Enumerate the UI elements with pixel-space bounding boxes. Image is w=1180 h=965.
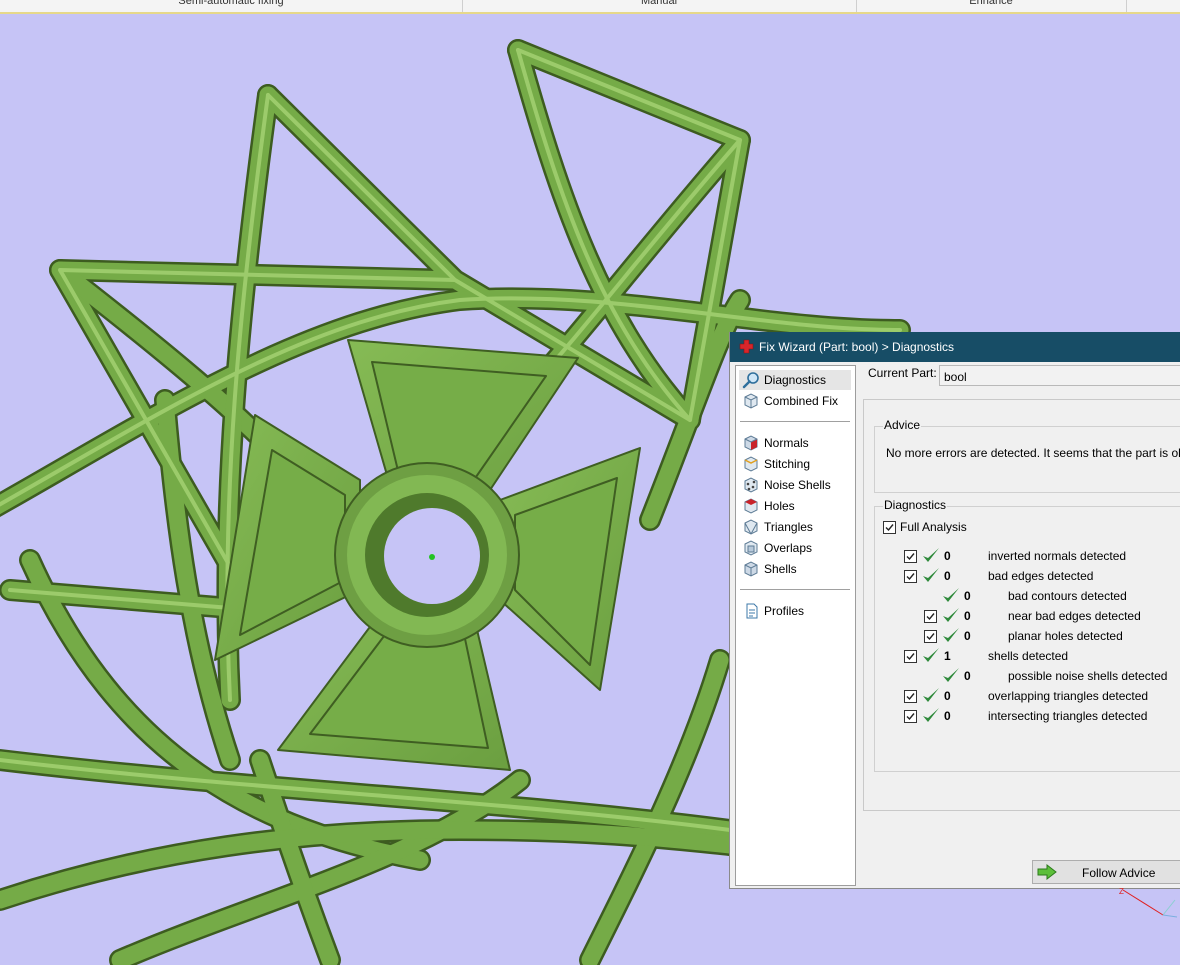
nav-label-normals: Normals	[764, 436, 809, 450]
label-shells: shells detected	[988, 649, 1069, 663]
green-check-icon	[943, 588, 959, 602]
tab-enhance[interactable]: Enhance	[856, 0, 1127, 12]
axis-triad-icon: Z	[1119, 887, 1178, 918]
label-near-bad-edges: near bad edges detected	[1008, 609, 1141, 623]
green-check-icon	[943, 668, 959, 682]
green-check-icon	[943, 628, 959, 642]
green-check-icon	[923, 688, 939, 702]
noise-shells-icon	[744, 477, 758, 493]
red-cross-icon	[739, 339, 754, 354]
checkmark-icon	[926, 633, 935, 641]
label-noise-shells: possible noise shells detected	[1008, 669, 1168, 683]
checkmark-icon	[885, 524, 894, 532]
nav-item-combined-fix[interactable]: Combined Fix	[739, 391, 851, 411]
checkmark-icon	[906, 653, 915, 661]
nav-separator	[740, 589, 850, 590]
label-intersecting-triangles: intersecting triangles detected	[988, 709, 1148, 723]
nav-separator	[740, 421, 850, 422]
nav-label-triangles: Triangles	[764, 520, 813, 534]
count-inverted-normals: 0	[944, 549, 951, 563]
nav-item-triangles[interactable]: Triangles	[739, 517, 851, 537]
count-noise-shells: 0	[964, 669, 971, 683]
wizard-nav-panel: Diagnostics Combined Fix Normals Stitchi…	[735, 365, 856, 886]
current-part-value: bool	[944, 370, 967, 384]
nav-item-holes[interactable]: Holes	[739, 496, 851, 516]
nav-label-shells: Shells	[764, 562, 797, 576]
label-overlapping-triangles: overlapping triangles detected	[988, 689, 1149, 703]
diagnostics-panel: Advice No more errors are detected. It s…	[863, 399, 1180, 811]
full-analysis-checkbox[interactable]	[883, 521, 896, 534]
row-checkbox-shells[interactable]	[904, 650, 917, 663]
advice-text: No more errors are detected. It seems th…	[886, 446, 1180, 460]
svg-text:Z: Z	[1119, 887, 1124, 896]
magnifier-icon	[742, 372, 759, 389]
nav-label-noise-shells: Noise Shells	[764, 478, 831, 492]
green-check-icon	[923, 568, 939, 582]
nav-label-holes: Holes	[764, 499, 795, 513]
cube-icon	[744, 393, 758, 409]
nav-item-overlaps[interactable]: Overlaps	[739, 538, 851, 558]
green-check-icon	[923, 648, 939, 662]
count-shells: 1	[944, 649, 951, 663]
nav-item-profiles[interactable]: Profiles	[739, 601, 851, 621]
fix-wizard-dialog: Fix Wizard (Part: bool) > Diagnostics Di…	[729, 332, 1180, 889]
count-near-bad-edges: 0	[964, 609, 971, 623]
checkmark-icon	[906, 553, 915, 561]
label-planar-holes: planar holes detected	[1008, 629, 1123, 643]
stitching-icon	[744, 456, 758, 472]
green-check-icon	[923, 708, 939, 722]
green-check-icon	[923, 548, 939, 562]
row-checkbox-bad-edges[interactable]	[904, 570, 917, 583]
tab-semi-automatic-fixing[interactable]: Semi-automatic fixing	[0, 0, 463, 12]
overlaps-icon	[744, 540, 758, 556]
nav-label-diagnostics: Diagnostics	[764, 373, 827, 387]
row-checkbox-planar-holes[interactable]	[924, 630, 937, 643]
shells-icon	[744, 561, 758, 577]
row-checkbox-inverted-normals[interactable]	[904, 550, 917, 563]
normals-icon	[744, 435, 758, 451]
follow-advice-label: Follow Advice	[1082, 866, 1156, 880]
row-checkbox-near-bad-edges[interactable]	[924, 610, 937, 623]
tab-manual[interactable]: Manual	[462, 0, 857, 12]
checkmark-icon	[906, 693, 915, 701]
label-inverted-normals: inverted normals detected	[988, 549, 1127, 563]
dialog-title: Fix Wizard (Part: bool) > Diagnostics	[759, 340, 955, 354]
advice-group: Advice No more errors are detected. It s…	[874, 418, 1180, 493]
nav-label-profiles: Profiles	[764, 604, 805, 618]
diagnostics-title: Diagnostics	[883, 498, 948, 512]
diagnostics-group: Diagnostics Full Analysis 0 inverted nor…	[874, 498, 1180, 772]
count-bad-contours: 0	[964, 589, 971, 603]
row-checkbox-intersecting-triangles[interactable]	[904, 710, 917, 723]
checkmark-icon	[906, 573, 915, 581]
nav-item-stitching[interactable]: Stitching	[739, 454, 851, 474]
count-planar-holes: 0	[964, 629, 971, 643]
triangles-icon	[744, 519, 758, 535]
toolbar-tabs: Semi-automatic fixing Manual Enhance	[0, 0, 1180, 14]
nav-item-shells[interactable]: Shells	[739, 559, 851, 579]
nav-item-normals[interactable]: Normals	[739, 433, 851, 453]
checkmark-icon	[906, 713, 915, 721]
nav-label-overlaps: Overlaps	[764, 541, 813, 555]
holes-icon	[744, 498, 758, 514]
follow-advice-button[interactable]: Follow Advice	[1032, 860, 1180, 884]
document-icon	[746, 603, 758, 619]
full-analysis-label: Full Analysis	[900, 520, 967, 534]
row-checkbox-overlapping-triangles[interactable]	[904, 690, 917, 703]
count-overlapping-triangles: 0	[944, 689, 951, 703]
current-part-field[interactable]: bool	[939, 365, 1180, 386]
arrow-right-icon	[1037, 863, 1057, 881]
current-part-label: Current Part:	[868, 366, 937, 380]
count-intersecting-triangles: 0	[944, 709, 951, 723]
nav-label-combined-fix: Combined Fix	[764, 394, 839, 408]
checkmark-icon	[926, 613, 935, 621]
count-bad-edges: 0	[944, 569, 951, 583]
label-bad-contours: bad contours detected	[1008, 589, 1127, 603]
nav-item-noise-shells[interactable]: Noise Shells	[739, 475, 851, 495]
advice-title: Advice	[883, 418, 922, 432]
nav-label-stitching: Stitching	[764, 457, 811, 471]
green-check-icon	[943, 608, 959, 622]
dialog-titlebar[interactable]: Fix Wizard (Part: bool) > Diagnostics	[730, 332, 1180, 362]
label-bad-edges: bad edges detected	[988, 569, 1094, 583]
nav-item-diagnostics[interactable]: Diagnostics	[739, 370, 851, 390]
